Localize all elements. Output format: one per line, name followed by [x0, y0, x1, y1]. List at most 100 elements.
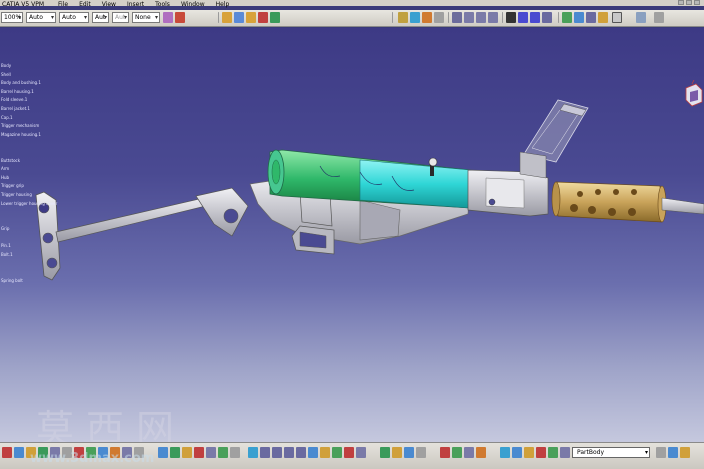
fit-all-icon[interactable]	[452, 12, 462, 23]
swap-visible-icon[interactable]	[636, 12, 646, 23]
quick-view-icon[interactable]	[320, 447, 330, 458]
tree-node[interactable]: Magazine housing.1	[0, 131, 70, 140]
part-selector[interactable]: PartBody	[572, 447, 650, 458]
tree-node[interactable]: Hub	[0, 174, 70, 183]
gun-model[interactable]	[0, 28, 704, 442]
tree-node[interactable]: Spring bolt	[0, 277, 70, 286]
zoom-out-icon[interactable]	[296, 447, 306, 458]
pan-icon[interactable]	[464, 12, 474, 23]
tree-node[interactable]: Trigger mechanism	[0, 122, 70, 131]
close-icon[interactable]	[694, 0, 700, 5]
tree-node[interactable]	[0, 234, 70, 243]
properties-icon[interactable]	[163, 12, 173, 23]
tree-node[interactable]: Shell	[0, 71, 70, 80]
translation-icon[interactable]	[476, 447, 486, 458]
tree-node[interactable]	[0, 217, 70, 226]
reference-icon[interactable]	[404, 447, 414, 458]
axis-system-icon[interactable]	[416, 447, 426, 458]
tree-node[interactable]: Pin.1	[0, 242, 70, 251]
magazine[interactable]	[523, 99, 589, 163]
sketch-icon[interactable]	[14, 447, 24, 458]
line-weight-combo[interactable]: Auto	[59, 12, 89, 23]
tree-node[interactable]	[0, 208, 70, 217]
undo-icon[interactable]	[234, 12, 244, 23]
menu-insert[interactable]: Insert	[127, 0, 144, 10]
tree-node[interactable]: Grip	[0, 225, 70, 234]
menu-window[interactable]: Window	[181, 0, 205, 10]
tree-node[interactable]	[0, 139, 70, 148]
thickness-icon[interactable]	[206, 447, 216, 458]
draft-icon[interactable]	[182, 447, 192, 458]
minimize-icon[interactable]	[678, 0, 684, 5]
hide-show-icon[interactable]	[344, 447, 354, 458]
zoom-in-icon[interactable]	[488, 12, 498, 23]
render-combo[interactable]: None	[132, 12, 160, 23]
tree-node[interactable]	[0, 268, 70, 277]
swap-visible-icon[interactable]	[356, 447, 366, 458]
tree-node[interactable]: Body and bushing.1	[0, 79, 70, 88]
tree-node[interactable]: Arm	[0, 165, 70, 174]
tree-node[interactable]	[0, 260, 70, 269]
shading-icon[interactable]	[562, 12, 572, 23]
material-icon[interactable]	[560, 447, 570, 458]
rotate-icon[interactable]	[476, 12, 486, 23]
tree-node[interactable]: Lower trigger housing cover	[0, 200, 70, 209]
tree-node[interactable]: Trigger grip	[0, 182, 70, 191]
painter-icon[interactable]	[175, 12, 185, 23]
tree-node[interactable]: Cap.1	[0, 114, 70, 123]
point-icon[interactable]	[506, 12, 516, 23]
3d-viewport[interactable]: Body Shell Body and bushing.1 Barrel hou…	[0, 28, 704, 442]
measure-icon[interactable]	[668, 447, 678, 458]
info-icon[interactable]	[680, 447, 690, 458]
zoom-in-icon[interactable]	[284, 447, 294, 458]
menu-edit[interactable]: Edit	[79, 0, 91, 10]
menu-file[interactable]: File	[58, 0, 68, 10]
apply-material-icon[interactable]	[656, 447, 666, 458]
parameters-icon[interactable]	[654, 12, 664, 23]
menu-app[interactable]: CATIA V5 VPM	[2, 0, 44, 10]
window-buttons[interactable]	[678, 0, 700, 5]
save-icon[interactable]	[222, 12, 232, 23]
plane-icon[interactable]	[530, 12, 540, 23]
menu-help[interactable]: Help	[216, 0, 230, 10]
constraint-icon[interactable]	[380, 447, 390, 458]
zoom-combo[interactable]: 100%	[1, 12, 23, 23]
line-icon[interactable]	[518, 12, 528, 23]
tree-node[interactable]: Bolt.1	[0, 251, 70, 260]
thread-icon[interactable]	[218, 447, 228, 458]
axis-icon[interactable]	[542, 12, 552, 23]
shading-icon[interactable]	[332, 447, 342, 458]
tree-node[interactable]: Body	[0, 62, 70, 71]
measure-icon[interactable]	[410, 12, 420, 23]
line-type-combo[interactable]: Auto	[26, 12, 56, 23]
assemble-icon[interactable]	[512, 447, 522, 458]
copy-icon[interactable]	[270, 12, 280, 23]
shell-icon[interactable]	[194, 447, 204, 458]
fit-all-icon[interactable]	[248, 447, 258, 458]
remove-icon[interactable]	[536, 447, 546, 458]
tree-node[interactable]: Fold sleeve.1	[0, 96, 70, 105]
pan-icon[interactable]	[260, 447, 270, 458]
tree-node[interactable]	[0, 148, 70, 157]
fit-view-icon[interactable]	[612, 12, 622, 23]
normal-view-icon[interactable]	[308, 447, 318, 458]
tree-node[interactable]: Trigger housing	[0, 191, 70, 200]
menu-tools[interactable]: Tools	[155, 0, 170, 10]
view-mode-icon[interactable]	[586, 12, 596, 23]
normal-view-icon[interactable]	[574, 12, 584, 23]
fillet-icon[interactable]	[158, 447, 168, 458]
tree-node[interactable]: Buttstock	[0, 157, 70, 166]
magazine-housing[interactable]	[467, 151, 549, 217]
barrel-jacket[interactable]	[551, 181, 704, 223]
rotate-icon[interactable]	[272, 447, 282, 458]
intersect-icon[interactable]	[548, 447, 558, 458]
clash-icon[interactable]	[434, 12, 444, 23]
specification-tree[interactable]: Body Shell Body and bushing.1 Barrel hou…	[0, 62, 70, 285]
dimension-icon[interactable]	[392, 447, 402, 458]
remove-face-icon[interactable]	[230, 447, 240, 458]
menu-view[interactable]: View	[102, 0, 116, 10]
cut-icon[interactable]	[258, 12, 268, 23]
chamfer-icon[interactable]	[170, 447, 180, 458]
boolean-icon[interactable]	[500, 447, 510, 458]
tree-node[interactable]: Barrel jacket.1	[0, 105, 70, 114]
